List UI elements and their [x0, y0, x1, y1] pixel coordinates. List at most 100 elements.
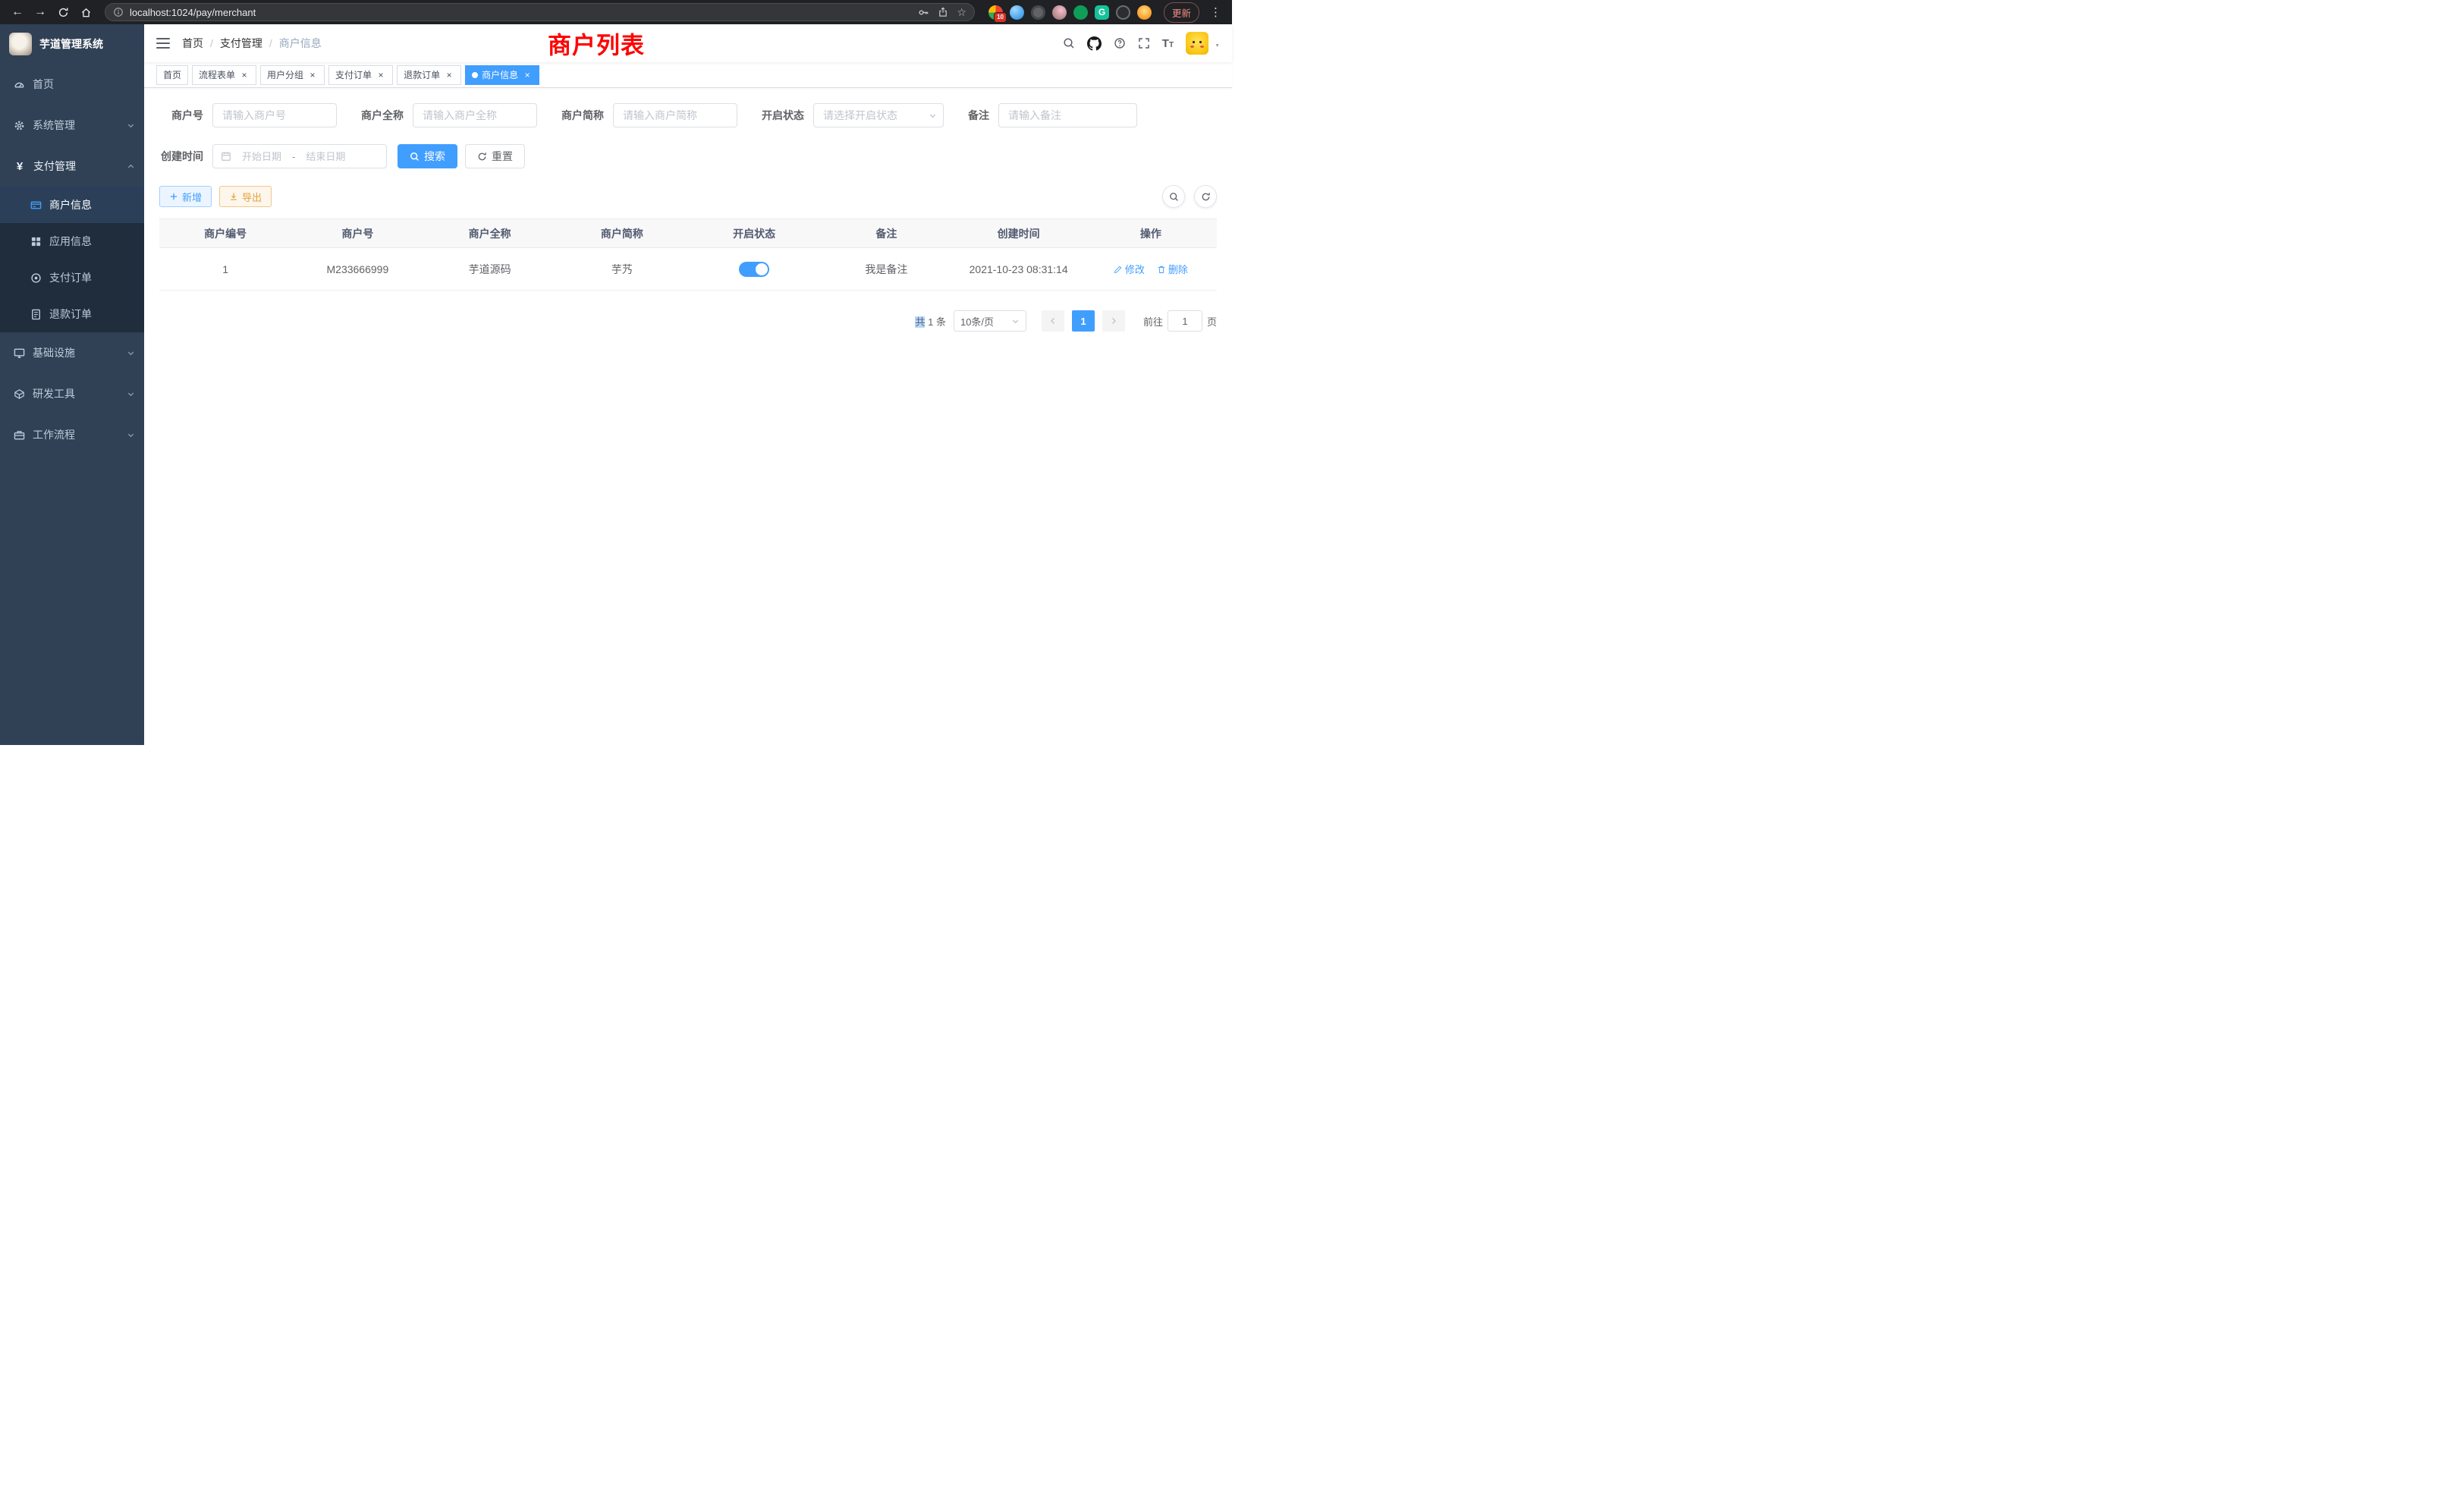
add-button[interactable]: 新增 [159, 186, 212, 207]
merchant-no-label: 商户号 [159, 108, 203, 123]
key-icon[interactable] [918, 7, 929, 18]
tab-user-group[interactable]: 用户分组 × [260, 65, 325, 85]
extension-icon-6[interactable] [1095, 5, 1109, 20]
tab-label: 流程表单 [199, 68, 235, 81]
sidebar-item-home[interactable]: 首页 [0, 64, 144, 105]
prev-page-button[interactable] [1042, 310, 1064, 332]
bookmark-star-icon[interactable]: ☆ [957, 7, 966, 17]
tags-view: 首页 流程表单 × 用户分组 × 支付订单 × 退款订单 × 商户信息 × [144, 62, 1232, 88]
status-toggle[interactable] [739, 262, 769, 277]
help-icon[interactable] [1114, 37, 1126, 49]
tab-merchant-info[interactable]: 商户信息 × [465, 65, 539, 85]
create-time-label: 创建时间 [159, 149, 203, 164]
goto-page-input[interactable] [1168, 310, 1202, 332]
sidebar-item-dev-tools[interactable]: 研发工具 [0, 373, 144, 414]
chevron-down-icon [127, 431, 135, 439]
tab-pay-order[interactable]: 支付订单 × [328, 65, 393, 85]
close-tab-icon[interactable]: × [522, 70, 533, 80]
refresh-table-button[interactable] [1194, 185, 1217, 208]
extension-icon-7[interactable] [1116, 5, 1130, 20]
sidebar-item-label: 支付订单 [49, 270, 92, 285]
extensions-area: 10 [984, 5, 1156, 20]
close-tab-icon[interactable]: × [239, 70, 250, 80]
browser-update-button[interactable]: 更新 [1164, 2, 1199, 23]
breadcrumb: 首页 / 支付管理 / 商户信息 [182, 36, 322, 51]
pagination-total: 共 1 条 [915, 314, 946, 328]
forward-icon[interactable]: → [30, 2, 50, 22]
date-range-picker[interactable]: - [212, 144, 387, 168]
sidebar-item-app-info[interactable]: 应用信息 [0, 223, 144, 259]
extension-icon-8[interactable] [1137, 5, 1152, 20]
breadcrumb-payment[interactable]: 支付管理 [220, 36, 262, 51]
cell-actions: 修改 删除 [1085, 248, 1217, 291]
date-end-input[interactable] [298, 150, 353, 163]
search-icon[interactable] [1063, 37, 1075, 49]
share-icon[interactable] [938, 7, 948, 17]
table-header-row: 商户编号 商户号 商户全称 商户简称 开启状态 备注 创建时间 操作 [159, 219, 1217, 248]
edit-button[interactable]: 修改 [1114, 262, 1145, 276]
delete-button[interactable]: 删除 [1157, 262, 1188, 276]
download-icon [229, 192, 238, 201]
avatar-caret-icon[interactable]: ▼ [1215, 43, 1220, 55]
short-name-input[interactable] [613, 103, 737, 127]
app-logo-image [9, 33, 32, 55]
extension-icon-2[interactable] [1010, 5, 1024, 20]
close-tab-icon[interactable]: × [444, 70, 454, 80]
toggle-search-button[interactable] [1162, 185, 1185, 208]
tab-home[interactable]: 首页 [156, 65, 188, 85]
close-tab-icon[interactable]: × [307, 70, 318, 80]
sidebar-item-refund-order[interactable]: 退款订单 [0, 296, 144, 332]
sidebar-item-payment[interactable]: ¥ 支付管理 [0, 146, 144, 187]
app-logo[interactable]: 芋道管理系统 [0, 24, 144, 64]
search-button[interactable]: 搜索 [398, 144, 457, 168]
pagination-total-prefix: 共 [915, 316, 925, 328]
reload-icon[interactable] [53, 2, 73, 22]
merchant-no-input[interactable] [212, 103, 337, 127]
pencil-icon [1114, 265, 1123, 274]
tab-label: 支付订单 [335, 68, 372, 81]
home-icon[interactable] [76, 2, 96, 22]
next-page-button[interactable] [1102, 310, 1125, 332]
tab-process-form[interactable]: 流程表单 × [192, 65, 256, 85]
url-text[interactable]: localhost:1024/pay/merchant [130, 7, 256, 18]
breadcrumb-separator: / [269, 37, 272, 49]
sidebar-item-infrastructure[interactable]: 基础设施 [0, 332, 144, 373]
sidebar-item-pay-order[interactable]: 支付订单 [0, 259, 144, 296]
sidebar-menu: 首页 系统管理 ¥ 支付管理 商户信息 应用信息 [0, 64, 144, 455]
search-icon [410, 152, 420, 162]
site-info-icon[interactable] [113, 7, 124, 17]
page-size-select[interactable]: 10条/页 [954, 310, 1026, 332]
sidebar-item-workflow[interactable]: 工作流程 [0, 414, 144, 455]
remark-input[interactable] [998, 103, 1137, 127]
chevron-down-icon [127, 390, 135, 398]
export-button[interactable]: 导出 [219, 186, 272, 207]
column-header: 商户编号 [159, 219, 291, 248]
sidebar-item-merchant-info[interactable]: 商户信息 [0, 187, 144, 223]
back-icon[interactable]: ← [8, 2, 27, 22]
extension-icon-3[interactable] [1031, 5, 1045, 20]
browser-menu-icon[interactable]: ⋮ [1207, 5, 1224, 19]
fullscreen-icon[interactable] [1138, 37, 1150, 49]
refresh-icon [1201, 192, 1211, 202]
breadcrumb-home[interactable]: 首页 [182, 36, 203, 51]
github-icon[interactable] [1087, 36, 1102, 51]
sidebar-toggle-icon[interactable] [156, 38, 170, 49]
extension-icon-5[interactable] [1073, 5, 1088, 20]
tab-refund-order[interactable]: 退款订单 × [397, 65, 461, 85]
font-size-icon[interactable]: TT [1162, 37, 1174, 50]
full-name-input[interactable] [413, 103, 537, 127]
refresh-icon [477, 152, 487, 162]
user-avatar[interactable] [1186, 32, 1208, 55]
date-start-input[interactable] [234, 150, 289, 163]
extension-icon-4[interactable] [1052, 5, 1067, 20]
payment-submenu: 商户信息 应用信息 支付订单 退款订单 [0, 187, 144, 332]
extension-icon-1[interactable]: 10 [988, 5, 1003, 20]
close-tab-icon[interactable]: × [376, 70, 386, 80]
export-button-label: 导出 [242, 190, 262, 204]
briefcase-icon [14, 429, 25, 441]
status-select[interactable]: 请选择开启状态 [813, 103, 944, 127]
reset-button[interactable]: 重置 [465, 144, 525, 168]
page-number-button[interactable]: 1 [1072, 310, 1095, 332]
sidebar-item-system[interactable]: 系统管理 [0, 105, 144, 146]
address-bar[interactable]: localhost:1024/pay/merchant ☆ [105, 3, 975, 21]
